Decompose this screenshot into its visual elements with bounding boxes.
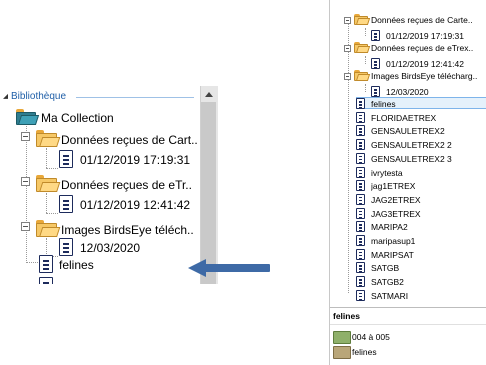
tree-item-label[interactable]: 12/03/2020 [80,241,140,255]
document-icon [356,111,365,123]
status-row[interactable]: felines [352,347,377,357]
tree-line [365,84,366,92]
document-icon [356,207,365,219]
document-icon [59,150,73,168]
tree-item-label[interactable]: Images BirdsEye télécharg.. [371,71,486,81]
library-section-label[interactable]: Bibliothèque [11,91,66,102]
folder-icon [36,220,61,237]
file-item-label[interactable]: maripasup1 [371,236,415,246]
scroll-up-icon[interactable] [205,90,214,99]
status-row[interactable]: 004 à 005 [352,332,390,342]
tree-item-label[interactable]: 01/12/2019 12:41:42 [80,198,190,212]
folder-icon [354,42,371,53]
tree-item-label[interactable]: Images BirdsEye téléch.. [61,223,200,237]
file-item-label[interactable]: SATGB2 [371,277,404,287]
file-item-label[interactable]: ivrytesta [371,168,403,178]
file-item-label[interactable]: SATGB [371,263,399,273]
scrollbar-thumb[interactable] [201,102,216,284]
document-icon [371,58,380,69]
tree-item-label[interactable]: felines [59,258,94,272]
collapse-icon[interactable] [21,132,30,141]
document-icon [59,238,73,256]
library-tree-full: Données reçues de Carte.. 01/12/2019 17:… [329,0,486,365]
file-item-label[interactable]: FLORIDAETREX [371,113,436,123]
document-icon [356,152,365,164]
file-item-label[interactable]: felines [371,99,396,109]
tracks-icon [333,331,351,344]
tree-line [348,23,349,293]
collapse-icon[interactable] [21,177,30,186]
document-icon [371,30,380,41]
tree-item-label[interactable]: 01/12/2019 17:19:31 [80,153,190,167]
document-icon [356,139,365,151]
document-icon [356,125,365,137]
left-arrow-icon [188,259,272,277]
tree-item-label[interactable]: Données reçues de Cart.. [61,133,200,147]
document-icon [356,276,365,288]
document-icon [39,277,53,284]
tree-item-label[interactable]: Données reçues de eTr.. [61,178,200,192]
collapse-icon[interactable] [344,45,351,52]
section-expand-icon[interactable]: ◢ [3,92,8,100]
tree-line [46,148,47,168]
collapse-icon[interactable] [21,222,30,231]
library-tree-zoomed: ◢ Bibliothèque Ma Collection Données reç… [0,86,225,284]
tree-line [365,56,366,64]
tree-line [46,193,47,213]
tree-item-label[interactable]: 12/03/2020 [386,87,429,97]
document-icon [356,289,365,301]
document-icon [356,248,365,260]
tree-line [46,238,47,256]
divider [330,307,486,308]
tree-line [26,262,38,263]
collapse-icon[interactable] [344,73,351,80]
tree-line [46,213,58,214]
file-item-label[interactable]: MARIPA2 [371,222,408,232]
tree-item-label[interactable]: Données reçues de Carte.. [371,15,486,25]
collapse-icon[interactable] [344,17,351,24]
map-icon [333,346,351,359]
document-icon [356,193,365,205]
tree-root-label[interactable]: Ma Collection [41,111,114,125]
folder-icon [36,175,61,192]
tree-item-label[interactable]: 01/12/2019 17:19:31 [386,31,464,41]
status-title: felines [333,311,360,321]
document-icon [356,235,365,246]
document-icon [39,255,53,273]
folder-open-icon [16,109,40,125]
file-item-label[interactable]: GENSAULETREX2 2 [371,140,452,150]
tree-line [46,168,58,169]
document-icon [356,180,365,192]
file-item-label[interactable]: SATMARI [371,291,408,301]
document-icon [356,221,365,233]
file-item-label[interactable]: JAG3ETREX [371,209,421,219]
divider [330,324,486,325]
document-icon [59,195,73,213]
section-divider [76,97,194,98]
file-item-label[interactable]: jag1ETREX [371,181,415,191]
document-icon [356,166,365,178]
tree-item-label[interactable]: Données reçues de eTrex.. [371,43,486,53]
folder-icon [354,14,371,25]
tree-line [26,126,27,261]
folder-icon [354,70,371,81]
tree-item-label[interactable]: 01/12/2019 12:41:42 [386,59,464,69]
document-icon [356,98,365,109]
file-item-label[interactable]: JAG2ETREX [371,195,421,205]
document-icon [356,262,365,274]
file-item-label[interactable]: GENSAULETREX2 [371,126,445,136]
file-item-label[interactable]: GENSAULETREX2 3 [371,154,452,164]
tree-line [365,28,366,36]
document-icon [371,86,380,97]
folder-icon [36,130,61,147]
file-item-label[interactable]: MARIPSAT [371,250,414,260]
